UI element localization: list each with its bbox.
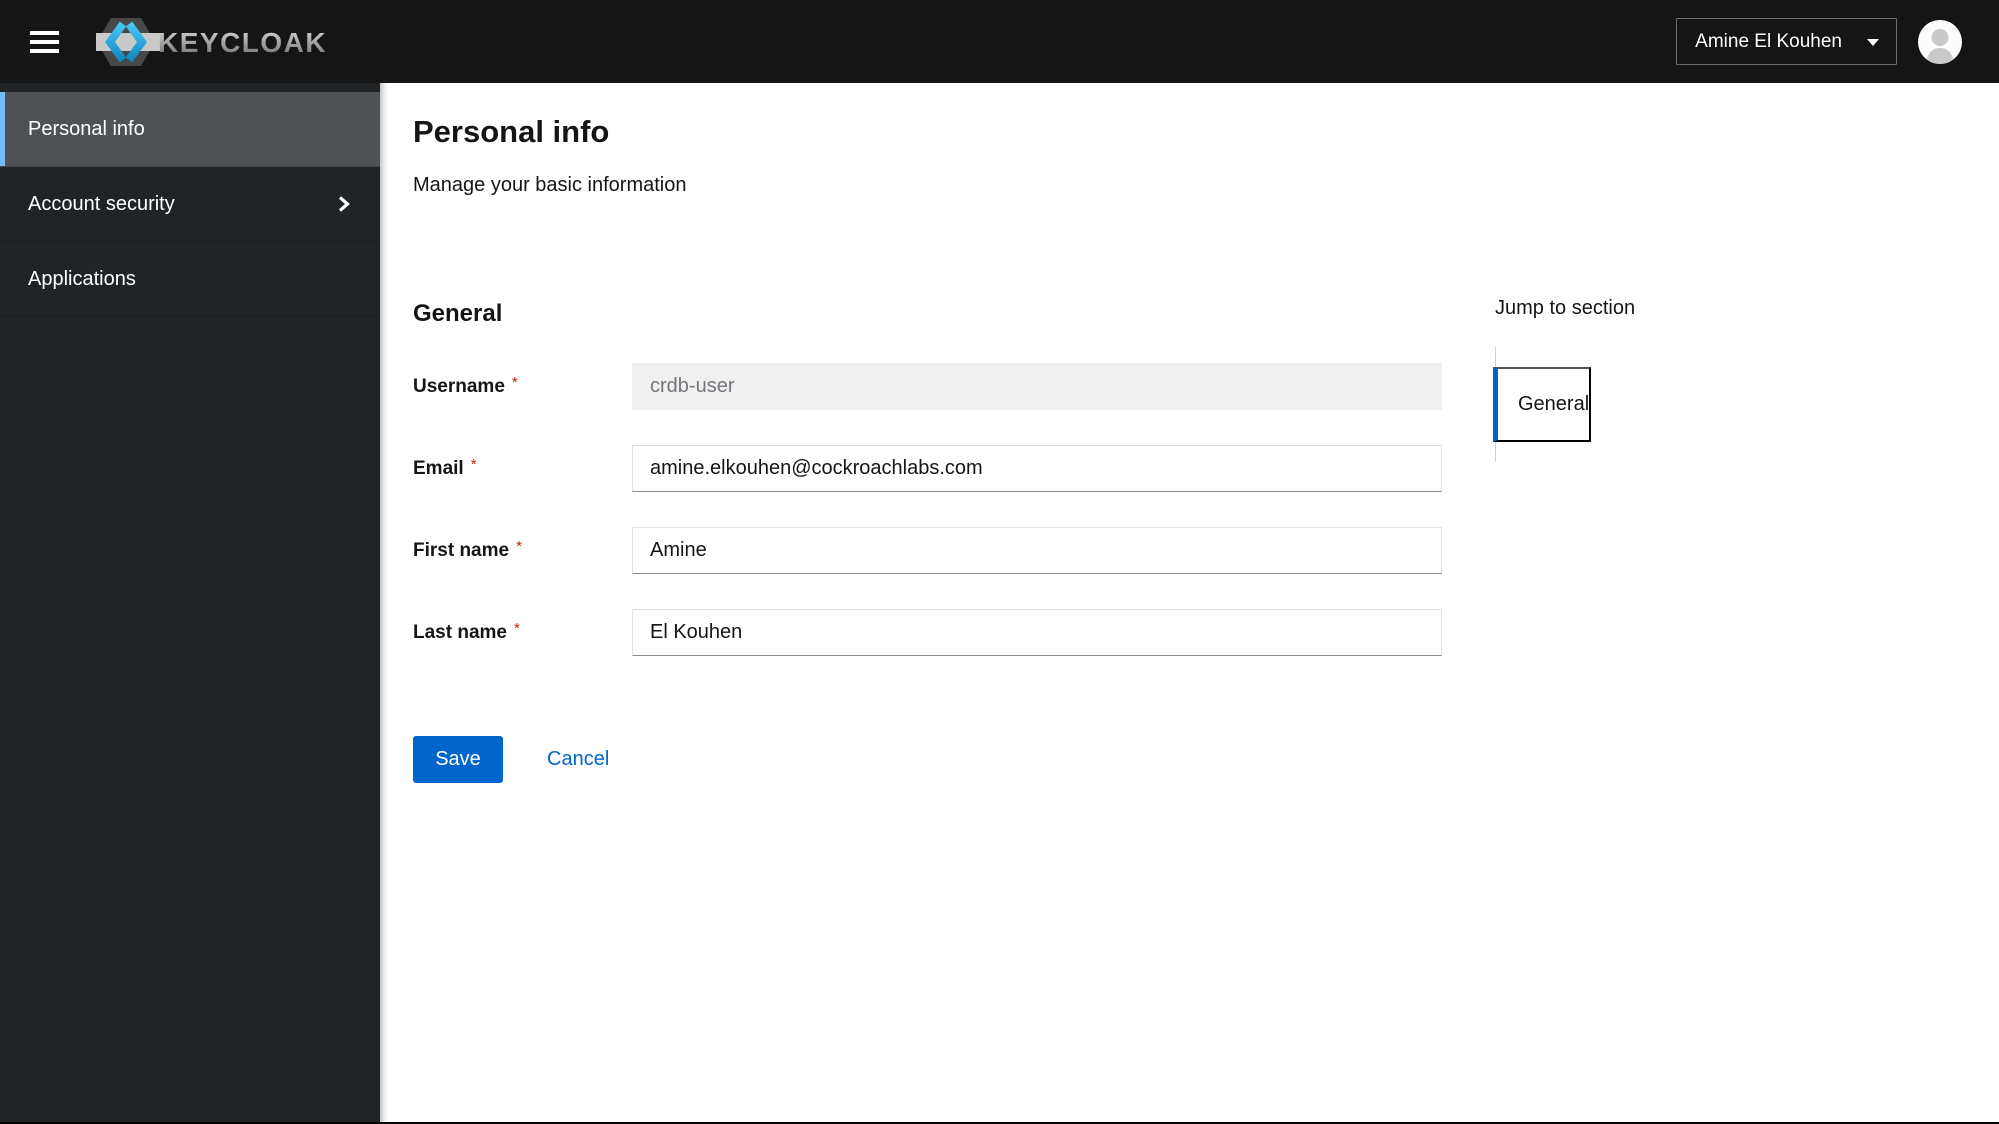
label-text: Username xyxy=(413,375,505,397)
sidebar-item-label: Personal info xyxy=(28,117,145,140)
required-asterisk: * xyxy=(513,619,520,637)
jump-link-general[interactable]: General xyxy=(1493,367,1592,442)
email-row: Email * xyxy=(413,445,1442,492)
required-asterisk: * xyxy=(516,537,522,555)
email-input[interactable] xyxy=(632,445,1442,492)
first-name-row: First name * xyxy=(413,527,1442,574)
keycloak-logo[interactable]: KEYCLOAK xyxy=(96,16,346,68)
brand-text: KEYCLOAK xyxy=(158,27,327,58)
first-name-input[interactable] xyxy=(632,527,1442,574)
page-header: Personal info Manage your basic informat… xyxy=(413,114,686,197)
sidebar-item-label: Account security xyxy=(28,192,175,215)
label-text: Last name xyxy=(413,621,507,643)
jump-link-list: General xyxy=(1493,347,1815,462)
sidebar-item-account-security[interactable]: Account security xyxy=(0,167,380,242)
personal-info-form: General Username * Email * First name xyxy=(413,299,1442,783)
caret-down-icon xyxy=(1867,39,1879,46)
last-name-input[interactable] xyxy=(632,609,1442,656)
page-subtitle: Manage your basic information xyxy=(413,174,687,196)
form-actions: Save Cancel xyxy=(413,736,1442,783)
label-text: First name xyxy=(413,539,510,561)
email-label: Email * xyxy=(413,445,632,492)
required-asterisk: * xyxy=(470,455,477,473)
chevron-right-icon xyxy=(337,195,350,213)
last-name-row: Last name * xyxy=(413,609,1442,656)
cancel-link[interactable]: Cancel xyxy=(547,748,609,771)
form-rows: Username * Email * First name * xyxy=(413,363,1442,656)
hamburger-bar xyxy=(30,48,59,53)
sidebar-item-label: Applications xyxy=(28,267,136,290)
jump-to-section-title: Jump to section xyxy=(1495,297,1636,319)
sidebar-item-personal-info[interactable]: Personal info xyxy=(0,92,380,167)
username-row: Username * xyxy=(413,363,1442,410)
jump-to-section-rail: Jump to section General xyxy=(1493,297,1815,462)
masthead: KEYCLOAK Amine El Kouhen xyxy=(0,0,1999,83)
page-title: Personal info xyxy=(413,114,610,149)
save-button[interactable]: Save xyxy=(413,736,503,783)
user-avatar-icon xyxy=(1918,19,1962,64)
hamburger-bar xyxy=(30,39,59,44)
username-label: Username * xyxy=(413,363,632,410)
username-input xyxy=(632,363,1442,410)
hamburger-bar xyxy=(30,30,59,35)
first-name-label: First name * xyxy=(413,527,632,574)
user-menu-label: Amine El Kouhen xyxy=(1695,30,1842,52)
required-asterisk: * xyxy=(511,373,518,391)
label-text: Email xyxy=(413,457,464,479)
hamburger-icon[interactable] xyxy=(30,30,59,53)
main-content: Personal info Manage your basic informat… xyxy=(380,83,1999,1124)
sidebar-item-applications[interactable]: Applications xyxy=(0,242,380,317)
last-name-label: Last name * xyxy=(413,609,632,656)
user-menu-dropdown[interactable]: Amine El Kouhen xyxy=(1676,18,1897,65)
keycloak-logo-icon: KEYCLOAK xyxy=(96,17,327,66)
sidebar: Personal info Account security Applicati… xyxy=(0,83,380,1124)
form-section-title: General xyxy=(413,300,503,327)
